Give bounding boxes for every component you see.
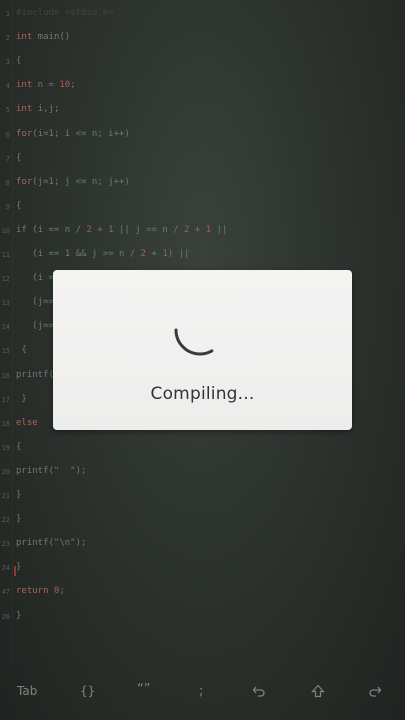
line-number: 23 bbox=[1, 540, 10, 549]
semicolon-key-label: ; bbox=[199, 684, 204, 699]
line-number: 9 bbox=[5, 202, 10, 211]
code-line: { bbox=[16, 345, 27, 356]
code-line: { bbox=[16, 441, 22, 452]
tab-key-button[interactable]: Tab bbox=[17, 684, 37, 698]
redo-icon bbox=[369, 686, 382, 697]
code-line: if (i == n / 2 + 1 || j == n / 2 + 1 || bbox=[16, 224, 228, 235]
line-number: 15 bbox=[1, 347, 10, 356]
quotes-key-label: “” bbox=[137, 682, 151, 697]
code-line: } bbox=[16, 514, 22, 525]
line-number: 4 bbox=[5, 82, 10, 91]
loading-spinner-icon bbox=[174, 328, 226, 356]
line-number: 8 bbox=[5, 178, 10, 187]
line-number: 6 bbox=[5, 130, 10, 139]
code-line: for(i=1; i <= n; i++) bbox=[16, 128, 130, 139]
undo-button[interactable] bbox=[252, 684, 266, 698]
line-number: 12 bbox=[1, 275, 10, 284]
code-line: #include <stdio.h> bbox=[16, 8, 114, 18]
code-line: int n = 10; bbox=[16, 80, 76, 91]
line-number: 10 bbox=[1, 226, 10, 235]
current-line-marker bbox=[14, 566, 16, 576]
semicolon-key-button[interactable]: ; bbox=[199, 684, 203, 699]
line-number: 3 bbox=[5, 58, 10, 67]
line-number: 18 bbox=[1, 419, 10, 428]
code-line: return 0; bbox=[16, 586, 65, 597]
line-number: 22 bbox=[1, 516, 10, 525]
gutter-divider bbox=[12, 0, 13, 668]
code-line: (j== bbox=[16, 321, 54, 332]
line-number: 19 bbox=[1, 443, 10, 452]
line-number: 13 bbox=[1, 299, 10, 308]
line-number: 21 bbox=[1, 492, 10, 500]
code-line: } bbox=[16, 490, 22, 500]
code-line: else bbox=[16, 417, 38, 428]
line-number: 17 bbox=[1, 395, 10, 404]
code-line: } bbox=[16, 393, 27, 404]
code-line: int i,j; bbox=[16, 104, 60, 115]
code-line: { bbox=[16, 152, 22, 163]
compiling-status-text: Compiling... bbox=[150, 384, 255, 404]
line-number: 20 bbox=[1, 467, 10, 476]
braces-key-button[interactable]: {} bbox=[80, 684, 95, 698]
line-number: 1 bbox=[5, 10, 10, 18]
redo-button[interactable] bbox=[368, 684, 382, 698]
arrow-up-icon bbox=[311, 684, 325, 698]
code-line: (i == 1 && j >= n / 2 + 1) || bbox=[16, 249, 190, 259]
braces-key-label: {} bbox=[80, 684, 96, 698]
line-number: 14 bbox=[1, 323, 10, 332]
line-number: 24 bbox=[1, 564, 10, 573]
code-line: } bbox=[16, 562, 22, 573]
line-number: 16 bbox=[1, 371, 10, 380]
tab-key-label: Tab bbox=[17, 684, 38, 698]
line-number: 26 bbox=[1, 612, 10, 621]
line-number: 2 bbox=[5, 34, 10, 43]
line-number: 47 bbox=[1, 588, 10, 597]
code-line: } bbox=[16, 610, 22, 621]
code-line: for(j=1; j <= n; j++) bbox=[16, 176, 130, 187]
arrow-up-button[interactable] bbox=[311, 684, 325, 698]
code-line: printf(" "); bbox=[16, 465, 87, 476]
code-line: (j== bbox=[16, 297, 54, 308]
quotes-key-button[interactable]: “” bbox=[137, 682, 150, 697]
code-line: { bbox=[16, 200, 22, 211]
line-number: 5 bbox=[5, 106, 10, 115]
compiling-dialog: Compiling... bbox=[53, 270, 352, 430]
editor-toolbar: Tab {} “” ; bbox=[0, 672, 405, 720]
line-number: 11 bbox=[1, 251, 10, 259]
code-line: printf( bbox=[16, 369, 54, 380]
code-line: int main() bbox=[16, 32, 71, 43]
undo-icon bbox=[252, 686, 265, 697]
code-line: { bbox=[16, 56, 22, 67]
line-number: 7 bbox=[5, 154, 10, 163]
code-line: printf("\n"); bbox=[16, 538, 87, 549]
